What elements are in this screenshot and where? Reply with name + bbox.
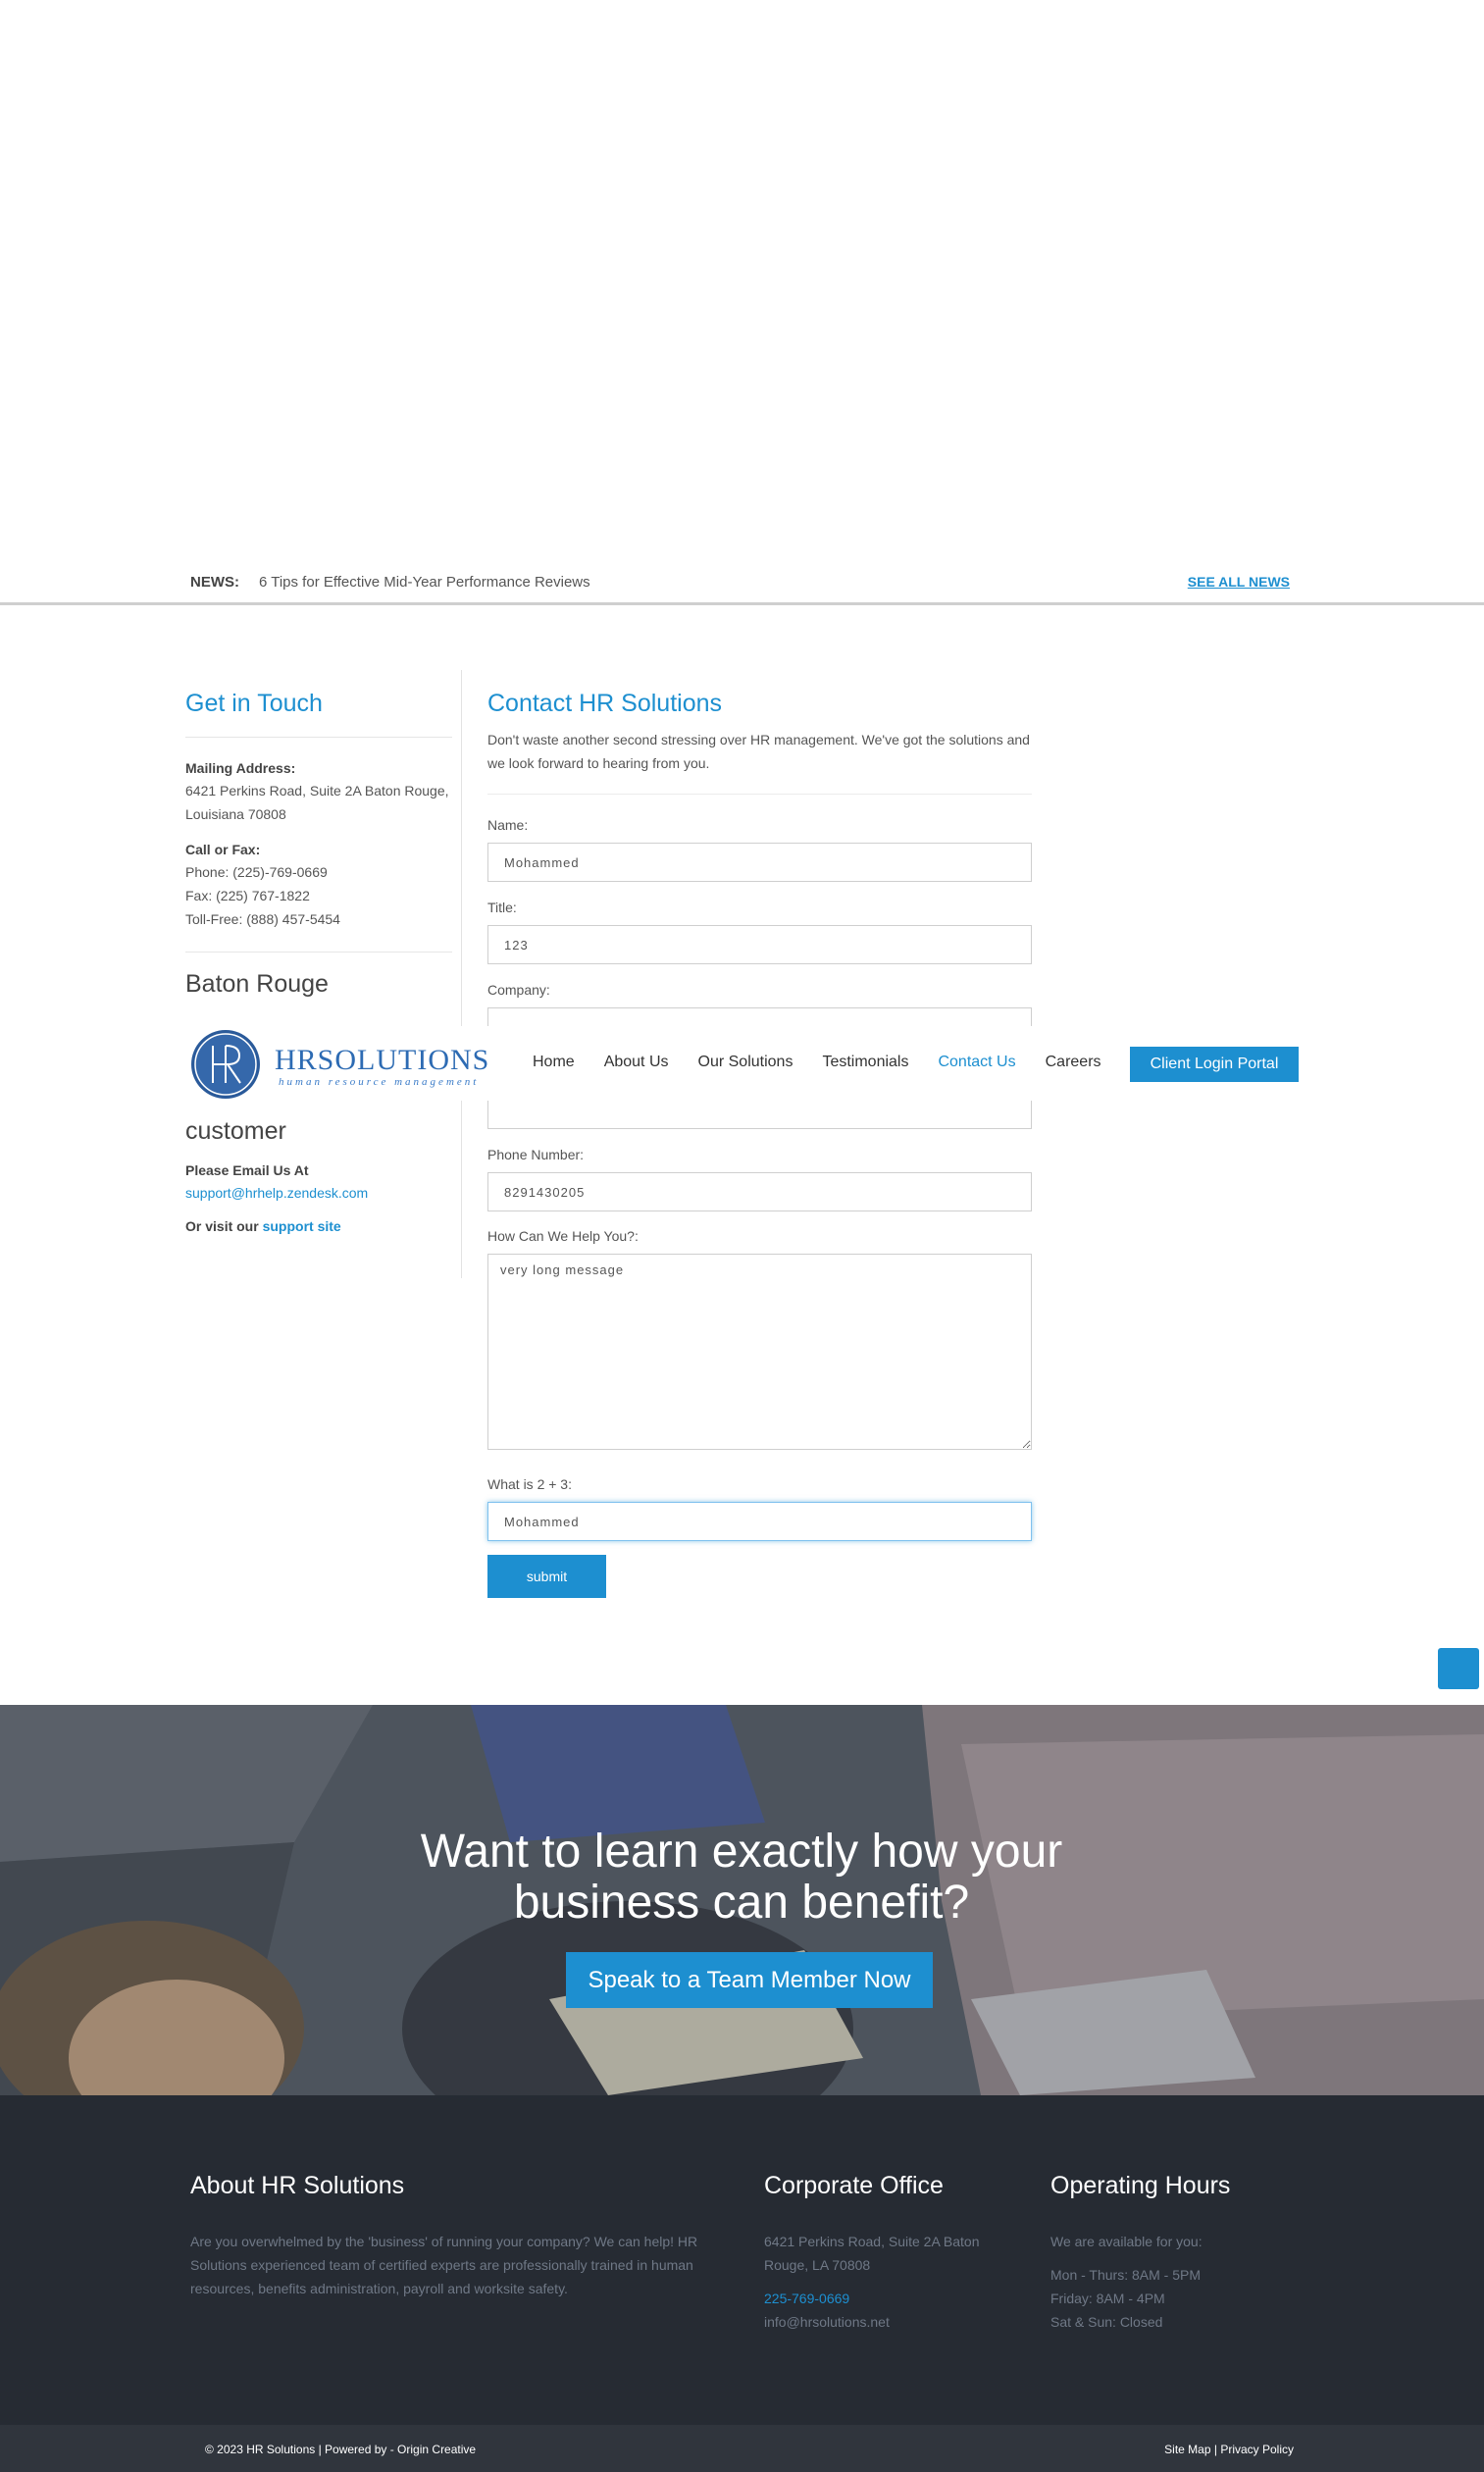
divider	[185, 952, 452, 953]
footer: About HR Solutions Are you overwhelmed b…	[0, 2095, 1484, 2425]
nav-testimonials[interactable]: Testimonials	[822, 1054, 908, 1071]
footer-office: Corporate Office 6421 Perkins Road, Suit…	[764, 2172, 1019, 2334]
divider	[487, 794, 1032, 795]
tollfree-text: Toll-Free: (888) 457-5454	[185, 911, 340, 927]
footer-hours: Operating Hours We are available for you…	[1050, 2172, 1305, 2334]
phone-field[interactable]	[487, 1172, 1032, 1211]
call-fax-label: Call or Fax:	[185, 842, 261, 857]
mailing-address-line1: 6421 Perkins Road, Suite 2A Baton Rouge,	[185, 783, 449, 798]
captcha-label: What is 2 + 3:	[487, 1476, 572, 1492]
footer-office-phone[interactable]: 225-769-0669	[764, 2287, 1019, 2310]
email-label: Please Email Us At	[185, 1162, 309, 1178]
message-field[interactable]: very long message	[487, 1254, 1032, 1450]
captcha-field[interactable]	[487, 1502, 1032, 1541]
title-field[interactable]	[487, 925, 1032, 964]
support-site-line: Or visit our support site	[185, 1218, 341, 1234]
name-field[interactable]	[487, 843, 1032, 882]
support-email-link[interactable]: support@hrhelp.zendesk.com	[185, 1185, 368, 1201]
svg-text:HRSOLUTIONS: HRSOLUTIONS	[275, 1044, 489, 1076]
footer-links[interactable]: Site Map | Privacy Policy	[1164, 2443, 1294, 2456]
news-label: NEWS:	[190, 574, 239, 591]
client-login-button[interactable]: Client Login Portal	[1130, 1047, 1299, 1082]
phone-text: Phone: (225)-769-0669	[185, 864, 328, 880]
submit-button[interactable]: submit	[487, 1555, 606, 1598]
cta-section: Want to learn exactly how your business …	[0, 1705, 1484, 2095]
svg-text:human resource management: human resource management	[279, 1076, 479, 1088]
footer-hours-heading: Operating Hours	[1050, 2172, 1231, 2199]
nav-home[interactable]: Home	[533, 1054, 575, 1071]
footer-office-heading: Corporate Office	[764, 2172, 944, 2199]
footer-hours-weekend: Sat & Sun: Closed	[1050, 2314, 1163, 2330]
footer-hours-friday: Friday: 8AM - 4PM	[1050, 2291, 1165, 2306]
see-all-news-link[interactable]: SEE ALL NEWS	[1188, 574, 1290, 590]
copyright-text: © 2023 HR Solutions | Powered by - Origi…	[205, 2443, 477, 2456]
news-bar: NEWS: 6 Tips for Effective Mid-Year Perf…	[0, 564, 1484, 605]
nav-contact-us[interactable]: Contact Us	[938, 1054, 1015, 1071]
contact-intro: Don't waste another second stressing ove…	[487, 732, 1030, 771]
support-visit-prefix: Or visit our	[185, 1218, 263, 1234]
footer-about-heading: About HR Solutions	[190, 2172, 405, 2199]
hr-logo-icon: HRSOLUTIONS human resource management	[191, 1030, 489, 1099]
nav-our-solutions[interactable]: Our Solutions	[698, 1054, 793, 1071]
customer-heading: customer	[185, 1117, 286, 1145]
fax-text: Fax: (225) 767-1822	[185, 888, 310, 903]
mailing-address-label: Mailing Address:	[185, 760, 296, 776]
site-header: HRSOLUTIONS human resource management Ho…	[0, 1026, 1484, 1101]
scroll-top-button[interactable]	[1438, 1648, 1479, 1689]
footer-hours-weekday: Mon - Thurs: 8AM - 5PM	[1050, 2267, 1202, 2283]
nav-about-us[interactable]: About Us	[604, 1054, 669, 1071]
nav-careers[interactable]: Careers	[1046, 1054, 1101, 1071]
footer-office-email[interactable]: info@hrsolutions.net	[764, 2310, 1019, 2334]
phone-label: Phone Number:	[487, 1147, 585, 1162]
contact-info-column: Get in Touch Mailing Address: 6421 Perki…	[185, 670, 462, 1278]
footer-about: About HR Solutions Are you overwhelmed b…	[190, 2172, 710, 2300]
help-label: How Can We Help You?:	[487, 1228, 639, 1244]
divider	[185, 737, 452, 738]
cta-heading: Want to learn exactly how your business …	[420, 1826, 1063, 1929]
page: NEWS: 6 Tips for Effective Mid-Year Perf…	[0, 0, 1484, 2472]
site-logo[interactable]: HRSOLUTIONS human resource management	[188, 1028, 498, 1101]
main-nav: Home About Us Our Solutions Testimonials…	[533, 1054, 1131, 1071]
footer-hours-intro: We are available for you:	[1050, 2234, 1203, 2249]
support-site-link[interactable]: support site	[263, 1218, 341, 1234]
city-heading: Baton Rouge	[185, 970, 329, 998]
footer-about-text: Are you overwhelmed by the 'business' of…	[190, 2234, 698, 2296]
footer-bottom-bar: © 2023 HR Solutions | Powered by - Origi…	[0, 2425, 1484, 2472]
title-label: Title:	[487, 900, 517, 915]
speak-to-team-button[interactable]: Speak to a Team Member Now	[566, 1952, 933, 2008]
news-item-link[interactable]: 6 Tips for Effective Mid-Year Performanc…	[259, 574, 590, 591]
contact-form-heading: Contact HR Solutions	[487, 690, 723, 717]
name-label: Name:	[487, 817, 529, 833]
company-label: Company:	[487, 982, 550, 998]
get-in-touch-heading: Get in Touch	[185, 690, 323, 717]
footer-office-address: 6421 Perkins Road, Suite 2A Baton Rouge,…	[764, 2234, 980, 2273]
mailing-address-line2: Louisiana 70808	[185, 806, 286, 822]
